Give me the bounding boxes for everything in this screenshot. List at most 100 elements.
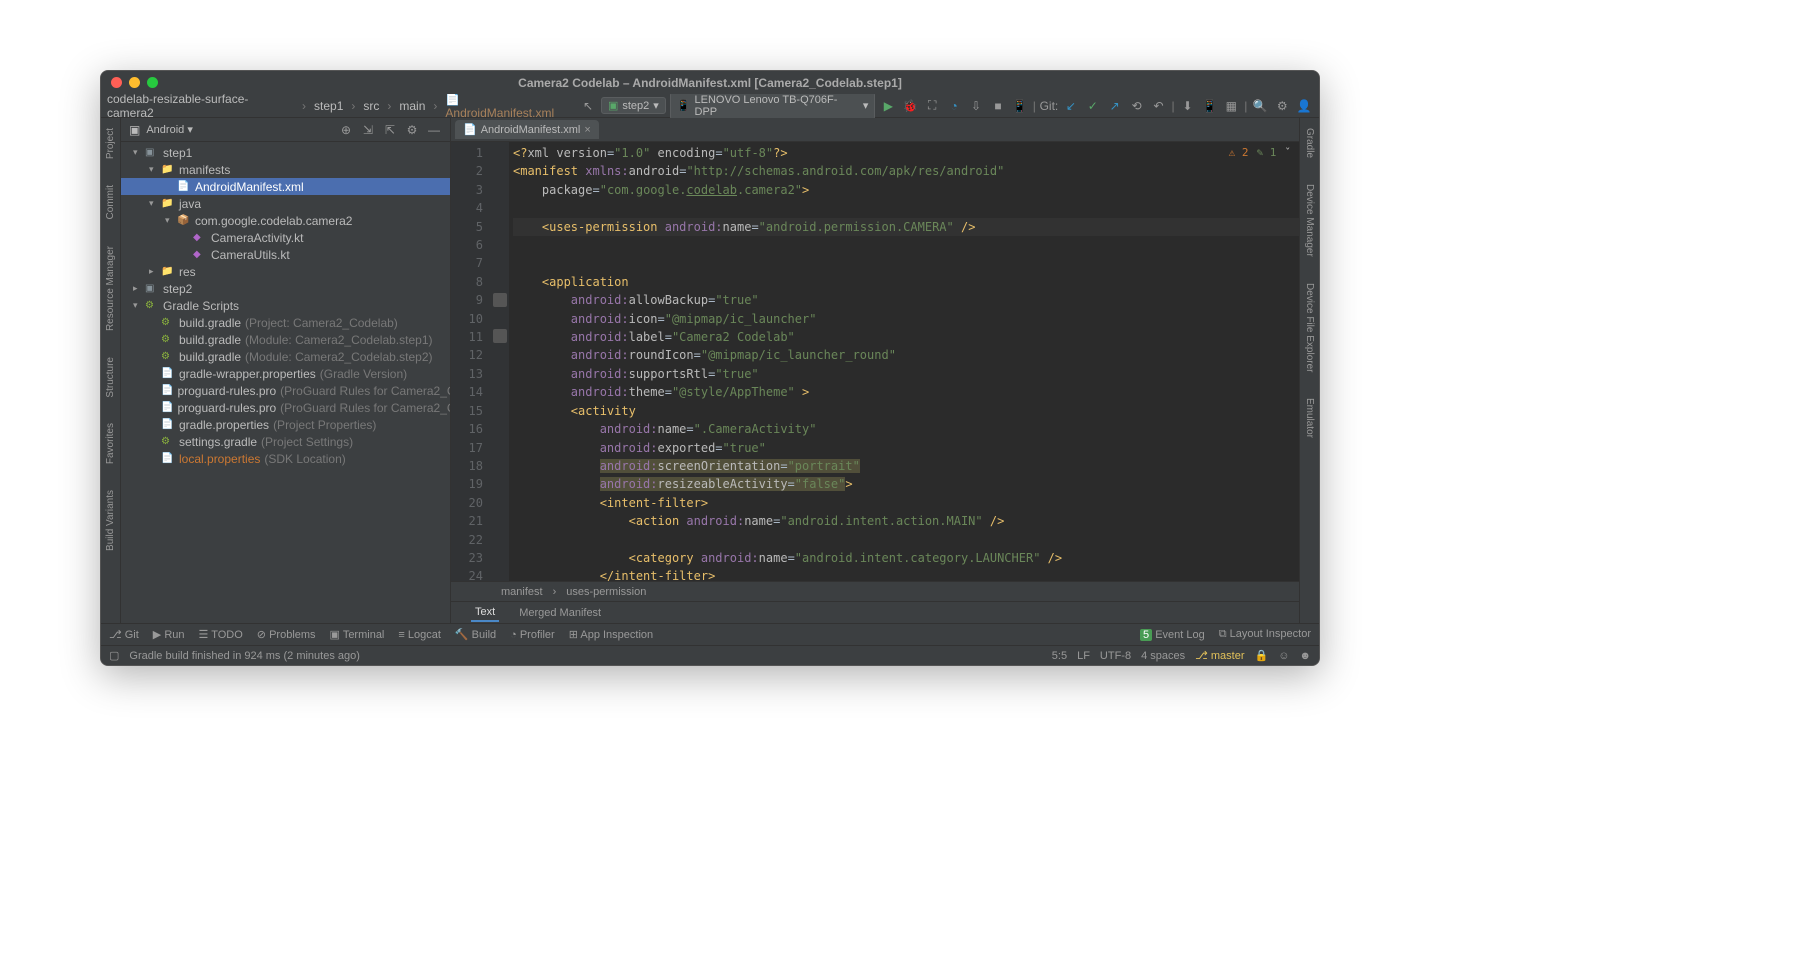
tree-file-gradle[interactable]: ⚙build.gradle(Project: Camera2_Codelab) (121, 314, 450, 331)
todo-tool-button[interactable]: ☰ TODO (199, 628, 243, 641)
expand-all-icon[interactable]: ⇲ (360, 122, 376, 138)
merged-manifest-tab[interactable]: Merged Manifest (515, 605, 605, 621)
breadcrumb-item[interactable]: main (399, 99, 425, 113)
git-rollback-button[interactable]: ↶ (1150, 97, 1168, 115)
device-file-explorer-tool-button[interactable]: Device File Explorer (1304, 277, 1315, 378)
status-icon[interactable]: ▢ (109, 649, 119, 662)
breadcrumb-node[interactable]: manifest (501, 586, 543, 598)
logcat-tool-button[interactable]: ≡ Logcat (398, 629, 441, 641)
git-update-button[interactable]: ↙ (1062, 97, 1080, 115)
collapse-all-icon[interactable]: ⇱ (382, 122, 398, 138)
gutter-icon[interactable] (493, 293, 507, 307)
line-separator[interactable]: LF (1077, 650, 1090, 662)
tree-file-proguard[interactable]: 📄proguard-rules.pro(ProGuard Rules for C… (121, 382, 450, 399)
problems-tool-button[interactable]: ⊘ Problems (257, 628, 316, 641)
git-tool-button[interactable]: ⎇ Git (109, 628, 139, 641)
code-editor[interactable]: ⚠ 2 ✎ 1 ˇ 123456789101112131415161718192… (451, 142, 1299, 581)
sdk-manager-button[interactable]: ⬇ (1179, 97, 1197, 115)
tree-module[interactable]: ▸▣step2 (121, 280, 450, 297)
run-button[interactable]: ▶ (879, 97, 897, 115)
stop-button[interactable]: ■ (989, 97, 1007, 115)
tree-folder[interactable]: ▾📁java (121, 195, 450, 212)
breadcrumb-item[interactable]: 📄 AndroidManifest.xml (445, 92, 571, 120)
close-window-button[interactable] (111, 77, 122, 88)
tree-file-properties[interactable]: 📄gradle.properties(Project Properties) (121, 416, 450, 433)
resource-manager-button[interactable]: ▦ (1222, 97, 1240, 115)
gradle-tool-button[interactable]: Gradle (1304, 122, 1315, 164)
code-content[interactable]: <?xml version="1.0" encoding="utf-8"?> <… (509, 142, 1299, 581)
sync-icon[interactable]: ↖ (579, 97, 597, 115)
git-branch[interactable]: ⎇ master (1195, 649, 1244, 662)
settings-button[interactable]: ⚙ (1273, 97, 1291, 115)
hide-panel-icon[interactable]: — (426, 122, 442, 138)
tree-module[interactable]: ▾▣step1 (121, 144, 450, 161)
event-log-button[interactable]: 5 Event Log (1140, 629, 1205, 641)
tree-file-properties[interactable]: 📄gradle-wrapper.properties(Gradle Versio… (121, 365, 450, 382)
build-variants-tool-button[interactable]: Build Variants (105, 484, 116, 557)
encoding[interactable]: UTF-8 (1100, 650, 1131, 662)
warning-indicator[interactable]: ⚠ 2 (1229, 146, 1249, 159)
ide-status-icon[interactable]: ☻ (1299, 650, 1311, 662)
select-opened-file-icon[interactable]: ⊕ (338, 122, 354, 138)
editor-area: 📄AndroidManifest.xml × ⚠ 2 ✎ 1 ˇ 1234567… (451, 118, 1299, 623)
tree-folder[interactable]: ▸📁res (121, 263, 450, 280)
inspection-indicators[interactable]: ⚠ 2 ✎ 1 ˇ (1229, 146, 1291, 159)
git-history-button[interactable]: ⟲ (1128, 97, 1146, 115)
tree-file-gradle[interactable]: ⚙build.gradle(Module: Camera2_Codelab.st… (121, 331, 450, 348)
minimize-window-button[interactable] (129, 77, 140, 88)
user-icon[interactable]: 👤 (1295, 97, 1313, 115)
breadcrumb-item[interactable]: src (363, 99, 379, 113)
project-view-selector[interactable]: Android ▾ (146, 123, 332, 136)
editor-tab[interactable]: 📄AndroidManifest.xml × (455, 120, 599, 139)
structure-tool-button[interactable]: Structure (105, 351, 116, 404)
tree-file-manifest[interactable]: 📄AndroidManifest.xml (121, 178, 450, 195)
run-tool-button[interactable]: ▶ Run (153, 628, 185, 641)
avd-manager-button[interactable]: 📱 (1011, 97, 1029, 115)
breadcrumb-item[interactable]: step1 (314, 99, 343, 113)
tree-file-local-properties[interactable]: 📄local.properties(SDK Location) (121, 450, 450, 467)
tree-folder[interactable]: ▾📁manifests (121, 161, 450, 178)
search-everywhere-button[interactable]: 🔍 (1251, 97, 1269, 115)
terminal-tool-button[interactable]: ▣ Terminal (330, 628, 385, 641)
attach-debugger-button[interactable]: ⇩ (967, 97, 985, 115)
close-tab-icon[interactable]: × (584, 124, 590, 136)
cursor-position[interactable]: 5:5 (1052, 650, 1067, 662)
tree-file-gradle[interactable]: ⚙build.gradle(Module: Camera2_Codelab.st… (121, 348, 450, 365)
favorites-tool-button[interactable]: Favorites (105, 417, 116, 470)
commit-tool-button[interactable]: Commit (105, 179, 116, 225)
tree-package[interactable]: ▾📦com.google.codelab.camera2 (121, 212, 450, 229)
profiler-button[interactable]: ◔ (945, 97, 963, 115)
device-manager-tool-button[interactable]: Device Manager (1304, 178, 1315, 263)
gutter-icon[interactable] (493, 329, 507, 343)
resource-manager-tool-button[interactable]: Resource Manager (105, 240, 116, 337)
maximize-window-button[interactable] (147, 77, 158, 88)
device-dropdown[interactable]: 📱 LENOVO Lenovo TB-Q706F-DPP ▾ (670, 92, 876, 120)
git-push-button[interactable]: ↗ (1106, 97, 1124, 115)
lock-icon[interactable]: 🔒 (1254, 649, 1268, 662)
layout-inspector-button[interactable]: ⧉ Layout Inspector (1219, 628, 1311, 641)
tree-file-kt[interactable]: ◆CameraActivity.kt (121, 229, 450, 246)
tree-file-gradle[interactable]: ⚙settings.gradle(Project Settings) (121, 433, 450, 450)
project-tool-button[interactable]: Project (105, 122, 116, 165)
breadcrumb-node[interactable]: uses-permission (566, 586, 646, 598)
git-commit-button[interactable]: ✓ (1084, 97, 1102, 115)
profiler-tool-button[interactable]: ◔ Profiler (510, 629, 555, 641)
tree-file-kt[interactable]: ◆CameraUtils.kt (121, 246, 450, 263)
tree-file-proguard[interactable]: 📄proguard-rules.pro(ProGuard Rules for C… (121, 399, 450, 416)
coverage-button[interactable]: ⛶ (923, 97, 941, 115)
typo-indicator[interactable]: ✎ 1 (1257, 146, 1277, 159)
panel-settings-icon[interactable]: ⚙ (404, 122, 420, 138)
text-tab[interactable]: Text (471, 604, 499, 622)
app-inspection-tool-button[interactable]: ⊞ App Inspection (569, 628, 653, 641)
run-config-dropdown[interactable]: ▣ step2 ▾ (601, 97, 666, 114)
breadcrumb-item[interactable]: codelab-resizable-surface-camera2 (107, 92, 294, 120)
project-tree[interactable]: ▾▣step1 ▾📁manifests 📄AndroidManifest.xml… (121, 142, 450, 623)
chevron-indicator[interactable]: ˇ (1284, 146, 1291, 159)
memory-indicator[interactable]: ☺ (1278, 650, 1289, 662)
emulator-tool-button[interactable]: Emulator (1304, 392, 1315, 444)
debug-button[interactable]: 🐞 (901, 97, 919, 115)
indent[interactable]: 4 spaces (1141, 650, 1185, 662)
device-manager-button[interactable]: 📱 (1200, 97, 1218, 115)
tree-gradle-scripts[interactable]: ▾⚙Gradle Scripts (121, 297, 450, 314)
build-tool-button[interactable]: 🔨 Build (455, 628, 496, 641)
